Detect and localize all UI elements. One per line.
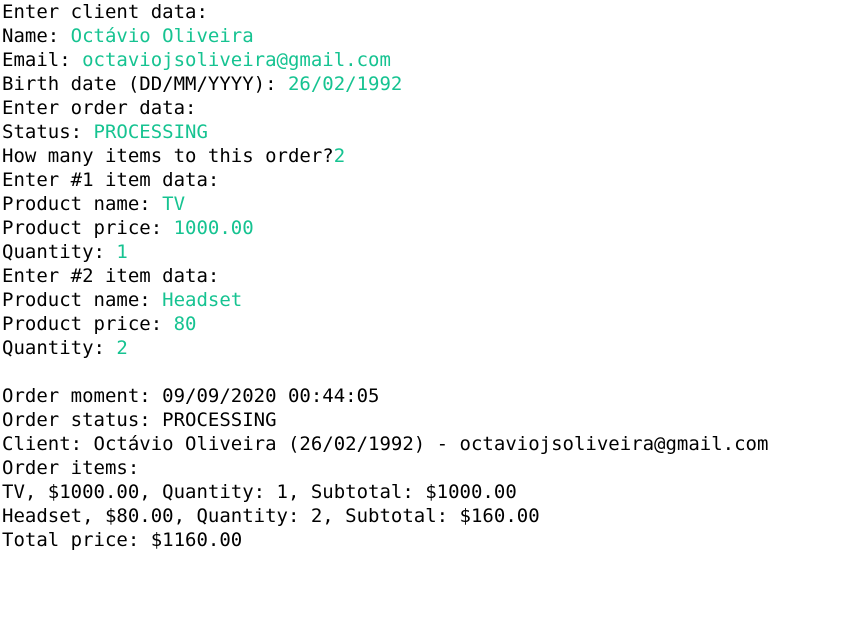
order-status-line: Order status: PROCESSING [2,409,277,431]
item-2-quantity-prompt: Quantity: [2,337,117,359]
status-prompt: Status: [2,121,94,143]
item-1-price-prompt: Product price: [2,217,174,239]
item-1-price-input-value: 1000.00 [173,217,254,239]
item-2-price-prompt: Product price: [2,313,174,335]
birth-date-prompt: Birth date (DD/MM/YYYY): [2,73,288,95]
order-item-line-1: TV, $1000.00, Quantity: 1, Subtotal: $10… [2,481,517,503]
item-2-name-prompt: Product name: [2,289,163,311]
birth-date-line: Birth date (DD/MM/YYYY): 26/02/1992 [2,72,842,96]
email-prompt: Email: [2,49,83,71]
item-2-quantity-line: Quantity: 2 [2,336,842,360]
item-1-name-line: Product name: TV [2,192,842,216]
order-item-line-2: Headset, $80.00, Quantity: 2, Subtotal: … [2,505,540,527]
item-2-name-input-value: Headset [162,289,243,311]
email-input-value: octaviojsoliveira@gmail.com [82,49,391,71]
name-prompt: Name: [2,25,71,47]
client-data-header: Enter client data: [2,0,842,24]
items-count-line: How many items to this order?2 [2,144,842,168]
name-line: Name: Octávio Oliveira [2,24,842,48]
client-data-header-text: Enter client data: [2,1,208,23]
client-summary-line: Client: Octávio Oliveira (26/02/1992) - … [2,433,769,455]
item-2-header-text: Enter #2 item data: [2,265,220,287]
status-line: Status: PROCESSING [2,120,842,144]
name-input-value: Octávio Oliveira [70,25,254,47]
item-2-header: Enter #2 item data: [2,264,842,288]
item-1-quantity-line: Quantity: 1 [2,240,842,264]
item-1-name-input-value: TV [162,193,186,215]
item-1-name-prompt: Product name: [2,193,163,215]
order-items-header: Order items: [2,457,140,479]
item-1-header-text: Enter #1 item data: [2,169,220,191]
item-2-quantity-input-value: 2 [116,337,128,359]
total-price-line: Total price: $1160.00 [2,529,243,551]
email-line: Email: octaviojsoliveira@gmail.com [2,48,842,72]
order-data-header-text: Enter order data: [2,97,197,119]
item-1-price-line: Product price: 1000.00 [2,216,842,240]
item-1-quantity-input-value: 1 [116,241,128,263]
item-2-name-line: Product name: Headset [2,288,842,312]
order-data-header: Enter order data: [2,96,842,120]
item-1-header: Enter #1 item data: [2,168,842,192]
item-1-quantity-prompt: Quantity: [2,241,117,263]
item-2-price-input-value: 80 [173,313,197,335]
item-2-price-line: Product price: 80 [2,312,842,336]
birth-date-input-value: 26/02/1992 [287,73,403,95]
console-window: Enter client data: Name: Octávio Oliveir… [0,0,842,644]
order-moment-line: Order moment: 09/09/2020 00:44:05 [2,385,380,407]
items-count-prompt: How many items to this order? [2,145,334,167]
status-input-value: PROCESSING [93,121,208,143]
items-count-input-value: 2 [333,145,346,167]
